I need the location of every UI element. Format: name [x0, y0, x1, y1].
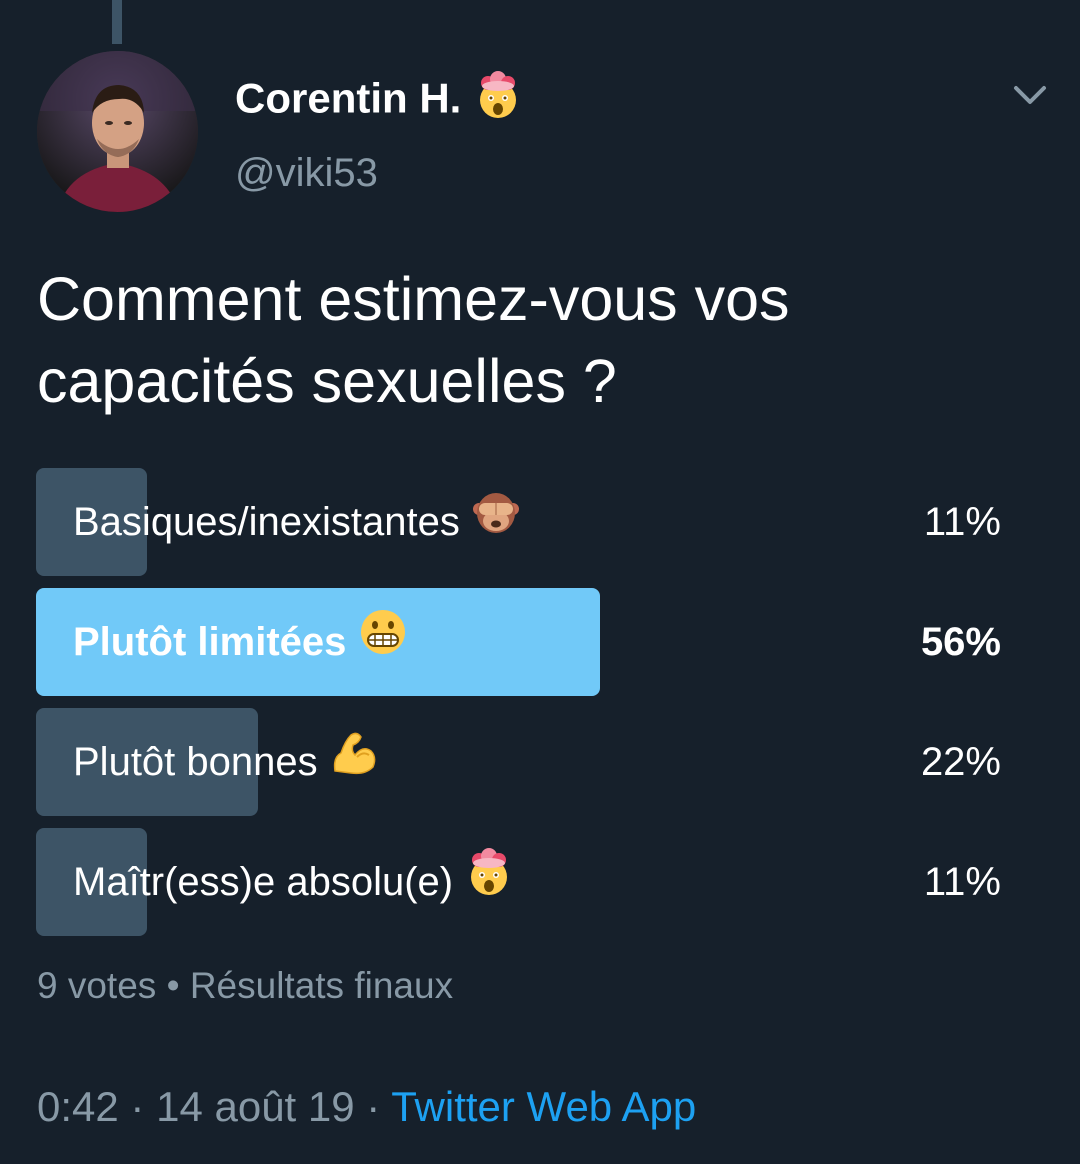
poll-option-label: Plutôt bonnes [73, 708, 379, 816]
grimacing-face-icon [358, 590, 408, 698]
poll-option-text: Basiques/inexistantes [73, 500, 460, 544]
poll-option: Plutôt limitées 56% [36, 588, 1006, 696]
tweet-date[interactable]: 14 août 19 [156, 1083, 355, 1130]
tweet-timestamp-line: 0:42 · 14 août 19 · Twitter Web App [37, 1080, 696, 1134]
poll-status: Résultats finaux [189, 965, 454, 1006]
poll: Basiques/inexistantes 11% Plutôt limitée… [36, 468, 1006, 948]
poll-option: Plutôt bonnes 22% [36, 708, 1006, 816]
separator-dot: · [130, 1083, 145, 1130]
poll-option-percentage: 11% [923, 860, 1001, 904]
poll-option-text: Maîtr(ess)e absolu(e) [73, 860, 454, 904]
author-handle[interactable]: @viki53 [235, 148, 378, 198]
tweet-source-link[interactable]: Twitter Web App [391, 1083, 696, 1130]
poll-option-percentage: 11% [923, 500, 1001, 544]
separator-dot: · [366, 1083, 381, 1130]
chevron-down-icon[interactable] [1012, 80, 1048, 110]
thread-connector-line [112, 0, 122, 44]
exploding-head-icon [473, 70, 523, 133]
poll-option-percentage: 56% [920, 620, 1001, 664]
poll-vote-count: 9 votes [37, 965, 157, 1006]
poll-option-text: Plutôt limitées [73, 620, 347, 664]
avatar[interactable] [37, 51, 198, 212]
avatar-photo [37, 51, 198, 212]
poll-option: Maîtr(ess)e absolu(e) 11% [36, 828, 1006, 936]
see-no-evil-monkey-icon [471, 470, 521, 578]
poll-option: Basiques/inexistantes 11% [36, 468, 1006, 576]
display-name-text: Corentin H. [235, 74, 462, 122]
separator-dot: • [166, 965, 180, 1006]
poll-option-label: Basiques/inexistantes [73, 468, 521, 576]
poll-summary: 9 votes • Résultats finaux [37, 962, 453, 1010]
poll-option-label: Plutôt limitées [73, 588, 408, 696]
poll-option-label: Maîtr(ess)e absolu(e) [73, 828, 514, 936]
tweet-text: Comment estimez-vous vos capacités sexue… [37, 265, 790, 415]
author-display-name[interactable]: Corentin H. [235, 70, 523, 133]
tweet-time[interactable]: 0:42 [37, 1083, 119, 1130]
poll-option-text: Plutôt bonnes [73, 740, 318, 784]
poll-option-percentage: 22% [920, 740, 1001, 784]
exploding-head-icon [464, 830, 514, 938]
flexed-biceps-icon [329, 710, 379, 818]
